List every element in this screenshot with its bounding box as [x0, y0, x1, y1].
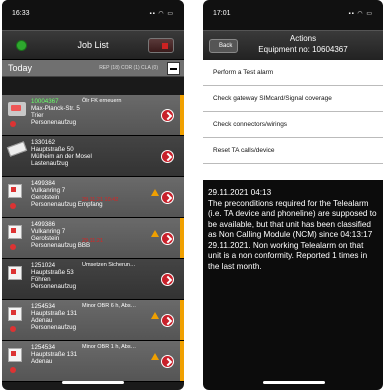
priority-flag — [180, 95, 184, 135]
status-time: 17:01 — [213, 10, 231, 17]
job-address: Max-Planck-Str. 5 — [31, 105, 80, 112]
job-address: Hauptstraße 131 — [31, 310, 78, 317]
message-date: 29.11.2021 04:13 — [208, 188, 272, 197]
warning-icon — [151, 189, 159, 196]
job-type-counts: REP (18) COR (1) CLA (0) — [99, 65, 158, 71]
minus-icon — [170, 68, 177, 70]
job-address: Hauptstraße 53 — [31, 269, 74, 276]
job-note: Minor OBR 6 h, Abs… — [82, 303, 137, 309]
status-icons: ▪▪ ◠ ▭ — [149, 11, 174, 17]
alert-icon — [10, 367, 16, 373]
home-indicator[interactable] — [62, 381, 124, 384]
job-city: Mülheim an der Mosel — [31, 153, 92, 160]
table-row[interactable]: 10004367 Max-Planck-Str. 5 Trier Persone… — [2, 95, 184, 136]
collapse-button[interactable] — [167, 62, 180, 75]
job-note: Umsetzen Sicherun… — [82, 262, 136, 268]
job-id: 1254534 — [31, 303, 56, 310]
menu-button[interactable] — [148, 38, 174, 53]
actions-header: Back Actions Equipment no: 10604367 — [203, 30, 383, 60]
table-row[interactable]: 1254534 Hauptstraße 131 Adenau Minor OBR… — [2, 341, 184, 382]
open-job-chevron-icon[interactable] — [161, 191, 174, 204]
alert-icon — [10, 121, 16, 127]
device-icon — [8, 184, 22, 198]
job-address: Hauptstraße 131 — [31, 351, 78, 358]
priority-flag — [180, 218, 184, 258]
job-type: Lastenaufzug — [31, 160, 69, 167]
warning-icon — [151, 230, 159, 237]
job-note: Minor OBR 1 h, Abs… — [82, 344, 137, 350]
warning-icon — [151, 312, 159, 319]
action-check-connectors[interactable]: Check connectors/wirings — [203, 112, 383, 138]
today-section-header: Today REP (18) COR (1) CLA (0) — [2, 60, 184, 77]
device-icon — [8, 307, 22, 321]
priority-flag — [180, 300, 184, 340]
job-address: Vulkanring 7 — [31, 228, 66, 235]
open-job-chevron-icon[interactable] — [161, 150, 174, 163]
action-test-alarm[interactable]: Perform a Test alarm — [203, 60, 383, 86]
alarm-message-panel: 29.11.2021 04:13 The preconditions requi… — [203, 180, 383, 390]
home-indicator[interactable] — [263, 381, 325, 384]
job-note: Ölr FK erneuern — [82, 98, 122, 104]
job-type: Personenaufzug — [31, 119, 77, 126]
open-job-chevron-icon[interactable] — [161, 109, 174, 122]
job-list-screen: 16:33 ▪▪ ◠ ▭ Job List Today REP (18) COR… — [2, 0, 184, 390]
job-id: 1330162 — [31, 139, 56, 146]
warning-icon — [151, 353, 159, 360]
table-row[interactable]: 1254534 Hauptstraße 131 Adenau Personena… — [2, 300, 184, 341]
job-list: 10004367 Max-Planck-Str. 5 Trier Persone… — [2, 95, 184, 382]
action-reset-ta[interactable]: Reset TA calls/device — [203, 138, 383, 164]
status-bar: 17:01 ▪▪ ◠ ▭ — [203, 0, 383, 30]
priority-flag — [180, 341, 184, 381]
table-row[interactable]: 1330162 Hauptstraße 50 Mülheim an der Mo… — [2, 136, 184, 177]
equipment-number: Equipment no: 10604367 — [258, 45, 348, 54]
today-label: Today — [8, 63, 33, 73]
status-icons: ▪▪ ◠ ▭ — [348, 11, 373, 17]
job-city: Trier — [31, 112, 44, 119]
open-job-chevron-icon[interactable] — [161, 232, 174, 245]
actions-screen: 17:01 ▪▪ ◠ ▭ Back Actions Equipment no: … — [203, 0, 383, 390]
job-id: 1499384 — [31, 180, 56, 187]
job-date: 29.11.21 — [82, 238, 104, 244]
alert-icon — [10, 326, 16, 332]
pad-icon — [6, 141, 28, 157]
status-time: 16:33 — [12, 10, 30, 17]
table-row[interactable]: 1499386 Vulkanring 7 Gerolstein Personen… — [2, 218, 184, 259]
open-job-chevron-icon[interactable] — [161, 314, 174, 327]
device-icon — [8, 348, 22, 362]
actions-list: Perform a Test alarm Check gateway SIMca… — [203, 60, 383, 164]
action-check-gateway[interactable]: Check gateway SIMcard/Signal coverage — [203, 86, 383, 112]
job-type: Personenaufzug — [31, 324, 77, 331]
elevator-icon — [8, 102, 26, 116]
job-address: Vulkanring 7 — [31, 187, 66, 194]
job-list-header: Job List — [2, 30, 184, 60]
message-text: The preconditions required for the Telea… — [208, 198, 377, 271]
job-type: Personenaufzug — [31, 283, 77, 290]
job-city: Adenau — [31, 317, 53, 324]
job-address: Hauptstraße 50 — [31, 146, 74, 153]
device-icon — [8, 266, 22, 280]
alert-icon — [10, 203, 16, 209]
page-title: Actions — [289, 34, 317, 43]
job-id: 1251024 — [31, 262, 56, 269]
job-city: Föhren — [31, 276, 51, 283]
stop-icon — [162, 43, 168, 49]
table-row[interactable]: 1251024 Hauptstraße 53 Föhren Personenau… — [2, 259, 184, 300]
open-job-chevron-icon[interactable] — [161, 273, 174, 286]
job-date: 29.11.21 10:42 — [82, 197, 119, 203]
alert-icon — [10, 244, 16, 250]
job-id: 1499386 — [31, 221, 56, 228]
job-id: 1254534 — [31, 344, 56, 351]
job-city: Adenau — [31, 358, 53, 365]
table-row[interactable]: 1499384 Vulkanring 7 Gerolstein Personen… — [2, 177, 184, 218]
open-job-chevron-icon[interactable] — [161, 355, 174, 368]
status-bar: 16:33 ▪▪ ◠ ▭ — [2, 0, 184, 30]
job-id: 10004367 — [31, 98, 59, 105]
device-icon — [8, 225, 22, 239]
